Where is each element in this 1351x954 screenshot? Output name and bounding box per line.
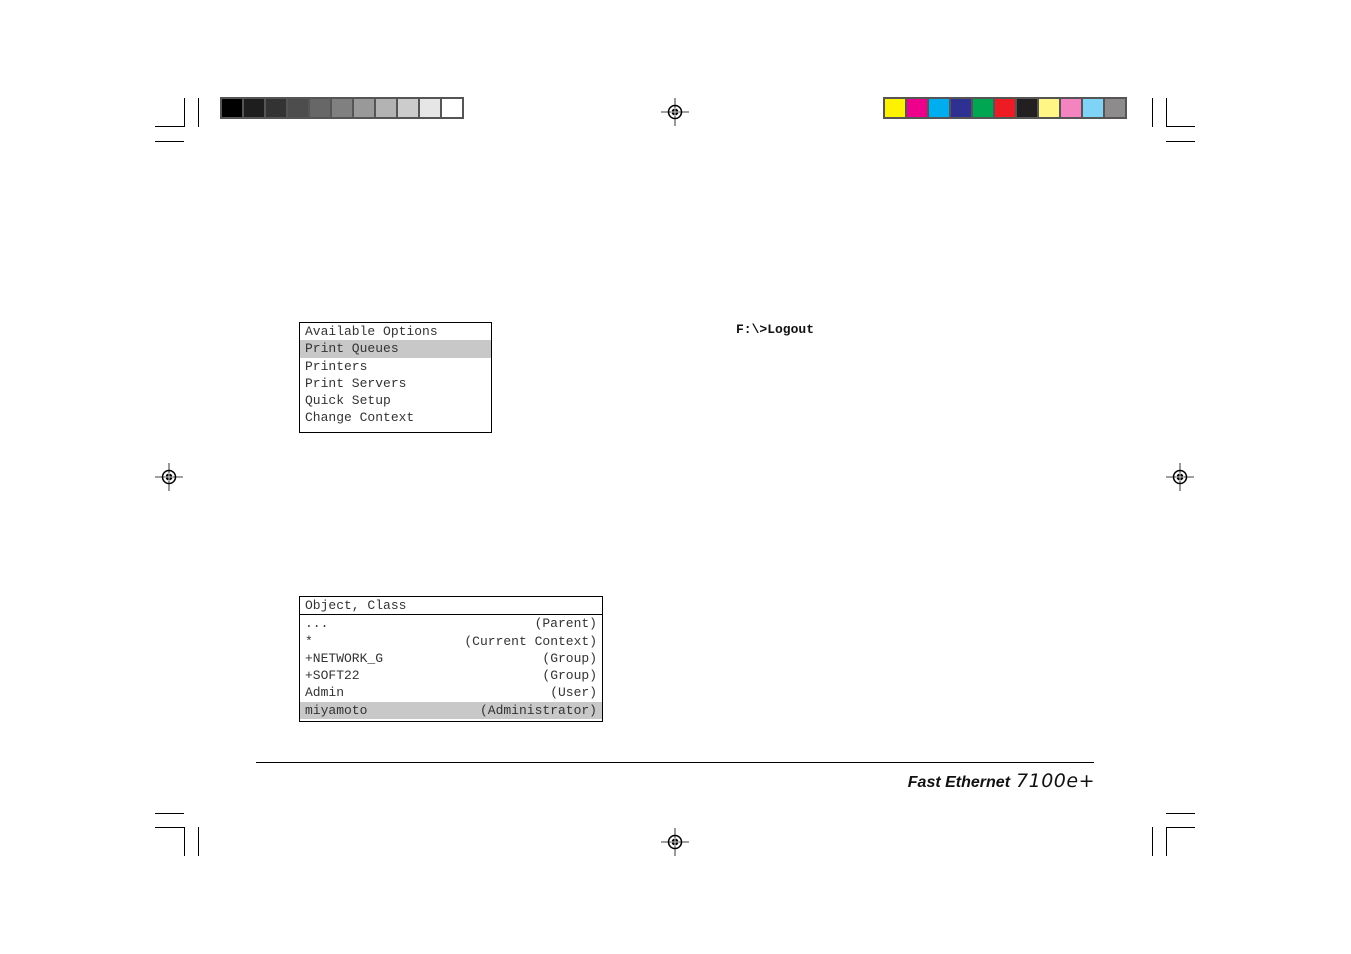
list-item[interactable]: +SOFT22 (Group) (300, 667, 602, 684)
crop-mark (184, 827, 185, 856)
menu-item[interactable]: Print Servers (300, 375, 491, 392)
crop-mark (198, 827, 199, 856)
list-item[interactable]: Admin (User) (300, 684, 602, 701)
color-swatch (929, 99, 949, 117)
color-swatch (442, 99, 462, 117)
menu-item[interactable]: Quick Setup (300, 392, 491, 409)
menu-item-label: Print Servers (305, 375, 407, 391)
menu-item[interactable]: Change Context (300, 409, 491, 426)
list-item[interactable]: +NETWORK_G (Group) (300, 650, 602, 667)
color-swatch (420, 99, 440, 117)
color-swatch (310, 99, 330, 117)
list-header: Object, Class (300, 597, 602, 616)
object-class: (Administrator) (479, 702, 597, 718)
command-line-text: F:\>Logout (736, 322, 815, 337)
list-item[interactable]: * (Current Context) (300, 633, 602, 650)
registration-mark-icon (661, 98, 689, 126)
color-swatch (1017, 99, 1037, 117)
list-item[interactable]: miyamoto (Administrator) (300, 701, 602, 720)
crop-mark (1152, 827, 1153, 856)
crop-mark (155, 827, 184, 828)
crop-mark (1166, 141, 1195, 142)
crop-mark (184, 98, 185, 127)
menu-item-label: Quick Setup (305, 393, 391, 409)
object-class: (Group) (542, 650, 597, 666)
color-swatch (1083, 99, 1103, 117)
color-swatch (885, 99, 905, 117)
color-swatch-bar (883, 97, 1127, 119)
crop-mark (1152, 98, 1153, 127)
grayscale-swatch-bar (220, 97, 464, 119)
color-swatch (1061, 99, 1081, 117)
object-name: +SOFT22 (305, 668, 360, 684)
color-swatch (376, 99, 396, 117)
object-class-list: Object, Class ... (Parent) * (Current Conte… (299, 596, 603, 722)
crop-mark (155, 126, 184, 127)
color-swatch (1039, 99, 1059, 117)
model-name: 7100e+ (1016, 770, 1095, 792)
crop-mark (1166, 813, 1195, 814)
color-swatch (951, 99, 971, 117)
color-swatch (222, 99, 242, 117)
brand-name: Fast Ethernet (907, 774, 1011, 791)
crop-mark (1166, 827, 1167, 856)
color-swatch (973, 99, 993, 117)
color-swatch (354, 99, 374, 117)
menu-item-label: Change Context (305, 410, 415, 426)
crop-mark (155, 141, 184, 142)
color-swatch (266, 99, 286, 117)
object-name: ... (305, 616, 329, 632)
color-swatch (288, 99, 308, 117)
color-swatch (907, 99, 927, 117)
object-class: (Group) (542, 668, 597, 684)
color-swatch (398, 99, 418, 117)
color-swatch (244, 99, 264, 117)
object-class: (User) (550, 685, 597, 701)
footer-rule (256, 762, 1094, 763)
crop-mark (1166, 126, 1195, 127)
object-name: miyamoto (305, 702, 368, 718)
available-options-menu: Available Options Print Queues Printers Pr… (299, 322, 492, 433)
object-class: (Current Context) (464, 633, 597, 649)
crop-mark (155, 813, 184, 814)
object-name: * (305, 633, 313, 649)
menu-item[interactable]: Print Queues (300, 340, 491, 358)
menu-title: Available Options (300, 323, 491, 340)
crop-mark (198, 98, 199, 127)
list-header-text: Object, Class (305, 598, 407, 613)
registration-mark-icon (1166, 463, 1194, 491)
crop-mark (1166, 827, 1195, 828)
footer-brand: Fast Ethernet 7100e+ (908, 770, 1095, 792)
object-name: +NETWORK_G (305, 650, 384, 666)
crop-mark (1166, 98, 1167, 127)
list-item[interactable]: ... (Parent) (300, 615, 602, 632)
menu-item[interactable]: Printers (300, 358, 491, 375)
color-swatch (1105, 99, 1125, 117)
registration-mark-icon (155, 463, 183, 491)
color-swatch (995, 99, 1015, 117)
object-name: Admin (305, 685, 345, 701)
menu-item-label: Printers (305, 358, 368, 374)
menu-item-label: Print Queues (305, 341, 399, 357)
registration-mark-icon (661, 828, 689, 856)
object-class: (Parent) (534, 616, 597, 632)
menu-title-text: Available Options (305, 324, 438, 339)
color-swatch (332, 99, 352, 117)
